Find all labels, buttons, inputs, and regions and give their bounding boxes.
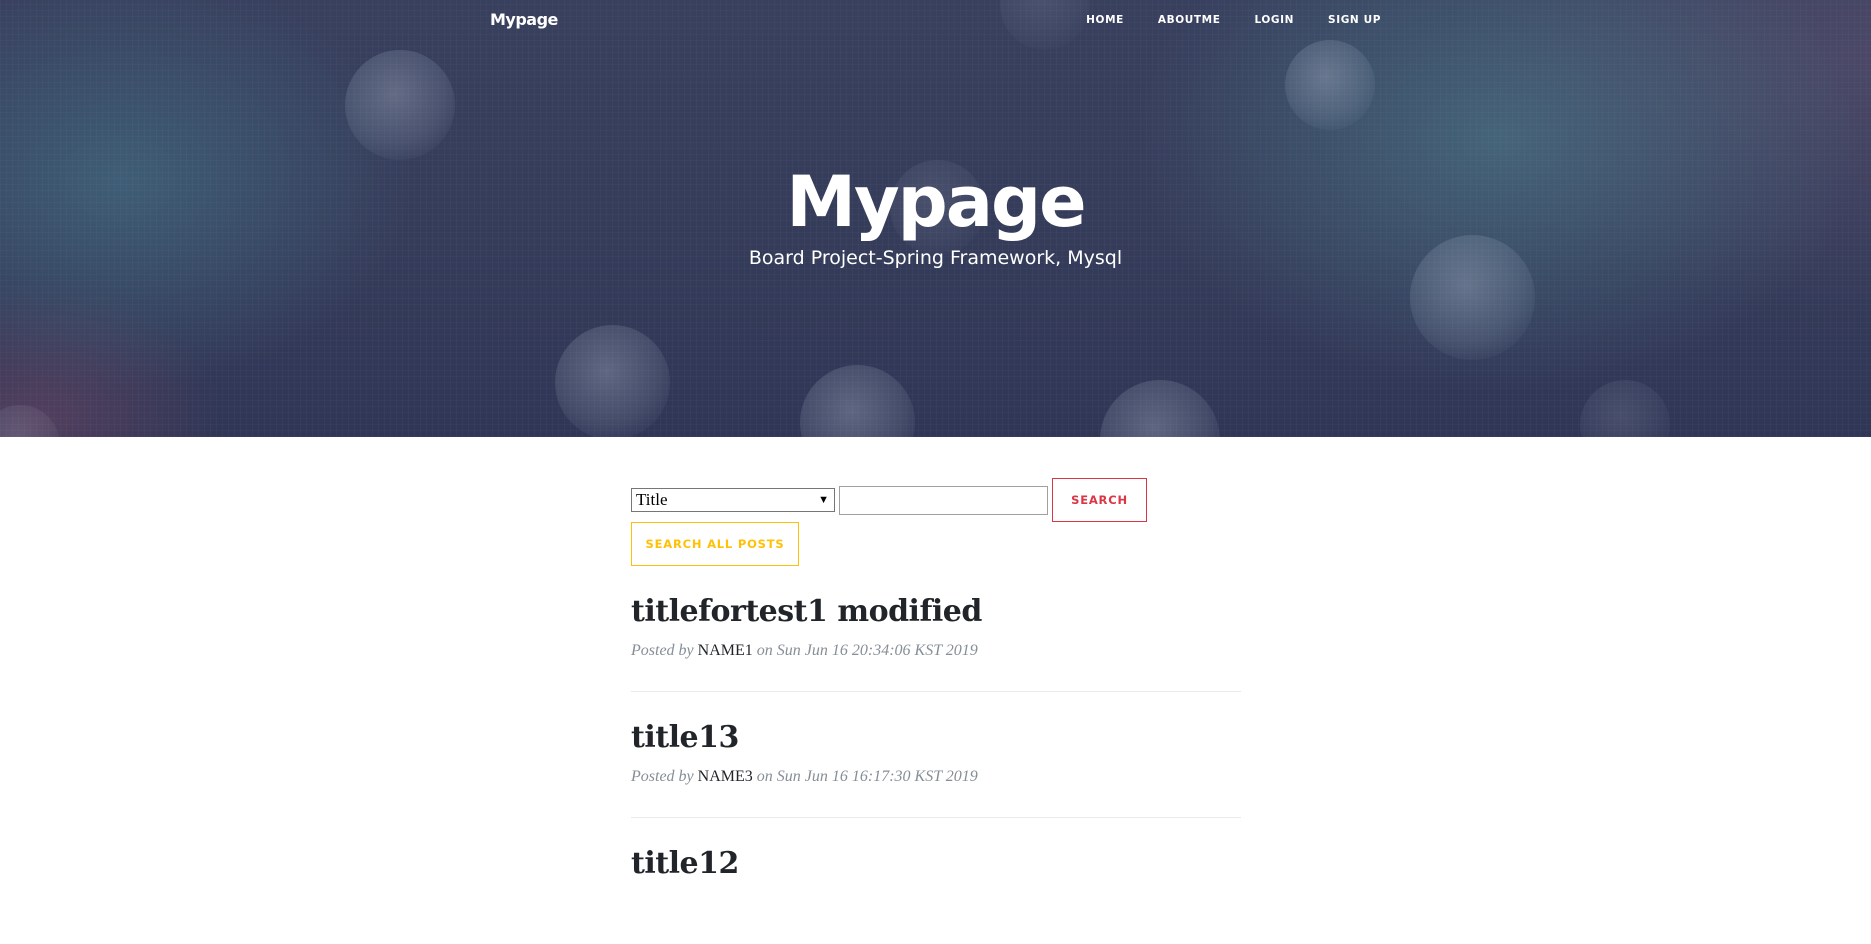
post-title[interactable]: titlefortest1 modified [631,594,1241,630]
post-date: Sun Jun 16 16:17:30 KST 2019 [776,768,978,785]
masthead: Mypage HOME ABOUTME LOGIN SIGN UP Mypage… [0,0,1871,437]
nav-item-aboutme[interactable]: ABOUTME [1141,14,1238,26]
post-item: title12 [631,818,1241,944]
post-title[interactable]: title13 [631,720,1241,756]
on-label: on [756,768,773,785]
search-input[interactable] [839,485,1048,515]
post-author[interactable]: NAME3 [698,768,753,785]
dropdown-caret-icon: ▼ [818,494,829,506]
search-bar: Title ▼ SEARCH [631,478,1241,522]
main-content: Title ▼ SEARCH SEARCH ALL POSTS titlefor… [631,478,1241,944]
post-title[interactable]: title12 [631,846,1241,882]
post-meta: Posted by NAME1 on Sun Jun 16 20:34:06 K… [631,642,1241,660]
post-item: titlefortest1 modified Posted by NAME1 o… [631,566,1241,692]
nav-item-signup[interactable]: SIGN UP [1311,14,1381,26]
nav-item-home[interactable]: HOME [1069,14,1141,26]
search-button[interactable]: SEARCH [1052,478,1147,522]
search-all-posts-button[interactable]: SEARCH ALL POSTS [631,522,799,566]
brand-link[interactable]: Mypage [490,10,558,29]
search-type-value: Title [636,490,668,509]
navbar: Mypage HOME ABOUTME LOGIN SIGN UP [0,0,1871,44]
nav-menu: HOME ABOUTME LOGIN SIGN UP [1069,14,1381,26]
post-item: title13 Posted by NAME3 on Sun Jun 16 16… [631,692,1241,818]
post-author[interactable]: NAME1 [698,642,753,659]
post-date: Sun Jun 16 20:34:06 KST 2019 [776,642,978,659]
posted-by-label: Posted by [631,768,694,785]
posted-by-label: Posted by [631,642,694,659]
post-meta: Posted by NAME3 on Sun Jun 16 16:17:30 K… [631,768,1241,786]
on-label: on [756,642,773,659]
hero-title: Mypage [786,161,1086,243]
nav-item-login[interactable]: LOGIN [1237,14,1311,26]
hero-subtitle: Board Project-Spring Framework, Mysql [748,247,1123,269]
search-type-select[interactable]: Title ▼ [631,488,835,512]
